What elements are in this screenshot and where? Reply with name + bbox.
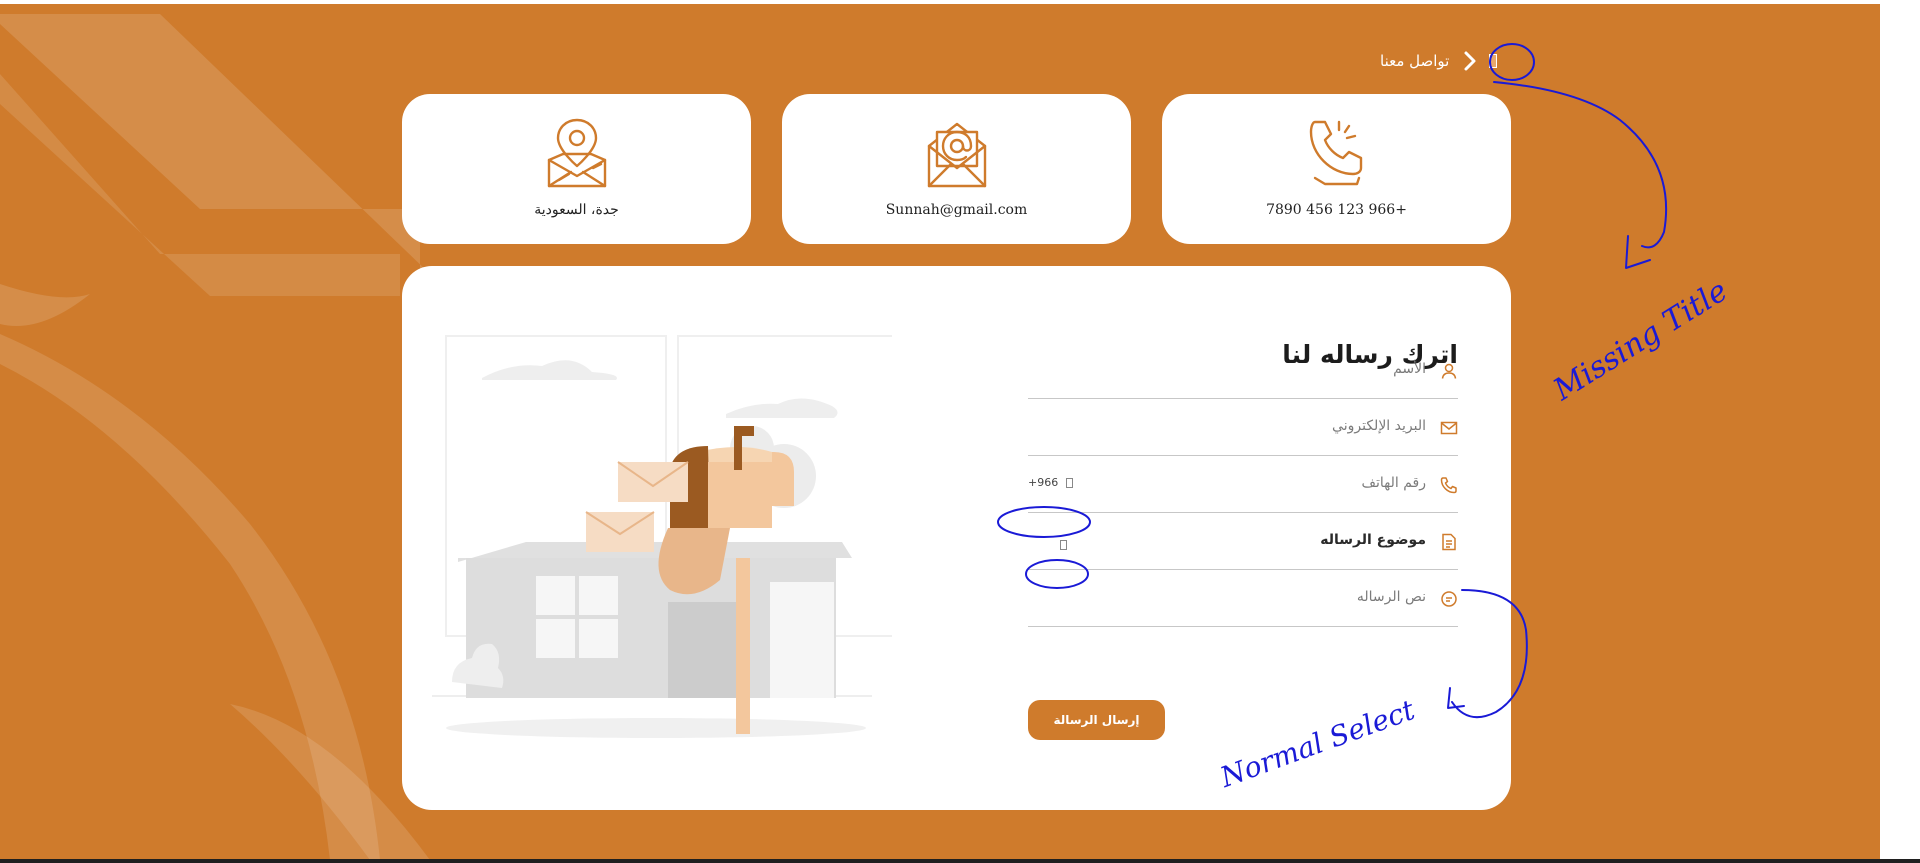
email-card: Sunnah@gmail.com xyxy=(782,94,1131,244)
message-field[interactable]: نص الرساله xyxy=(1028,570,1458,627)
bottom-edge-bar xyxy=(0,859,1920,863)
phone-icon xyxy=(1309,120,1362,186)
message-placeholder: نص الرساله xyxy=(1356,589,1426,605)
breadcrumb: تواصل معنا xyxy=(1380,48,1498,74)
contact-form-panel: اترك رساله لنا الأسم البريد الإلكتروني ر… xyxy=(402,266,1511,810)
mailbox-illustration xyxy=(432,335,892,738)
phone-field[interactable]: رقم الهاتف +966 xyxy=(1028,456,1458,513)
phone-text: 7890 456 123 966+ xyxy=(1266,202,1407,218)
phone-icon xyxy=(1440,477,1457,494)
dropdown-icon xyxy=(1066,477,1074,488)
location-text: جدة، السعودية xyxy=(534,202,619,218)
country-code-select[interactable]: +966 xyxy=(1028,476,1074,489)
phone-placeholder: رقم الهاتف xyxy=(1361,475,1426,491)
country-code-label: +966 xyxy=(1028,476,1059,489)
location-card: جدة، السعودية xyxy=(402,94,751,244)
scrollbar-track[interactable] xyxy=(1912,120,1920,720)
document-icon xyxy=(1442,533,1456,551)
phone-card: 7890 456 123 966+ xyxy=(1162,94,1511,244)
envelope-icon xyxy=(1440,421,1458,435)
submit-button[interactable]: إرسال الرسالة xyxy=(1028,700,1165,740)
subject-dropdown-toggle[interactable] xyxy=(1052,535,1067,554)
email-placeholder: البريد الإلكتروني xyxy=(1332,418,1426,434)
name-placeholder: الأسم xyxy=(1393,361,1426,377)
missing-title-placeholder-icon xyxy=(1489,54,1498,68)
chat-icon xyxy=(1441,591,1457,607)
subject-placeholder: موضوع الرساله xyxy=(1320,532,1426,548)
email-field[interactable]: البريد الإلكتروني xyxy=(1028,399,1458,456)
subject-select[interactable]: موضوع الرساله xyxy=(1028,513,1458,570)
chevron-right-icon xyxy=(1464,51,1476,71)
location-pin-icon xyxy=(547,118,606,188)
dropdown-icon xyxy=(1060,540,1067,550)
user-icon xyxy=(1441,363,1457,379)
name-field[interactable]: الأسم xyxy=(1028,342,1458,399)
email-icon xyxy=(927,122,986,188)
email-text: Sunnah@gmail.com xyxy=(885,202,1028,218)
breadcrumb-label[interactable]: تواصل معنا xyxy=(1380,52,1449,70)
